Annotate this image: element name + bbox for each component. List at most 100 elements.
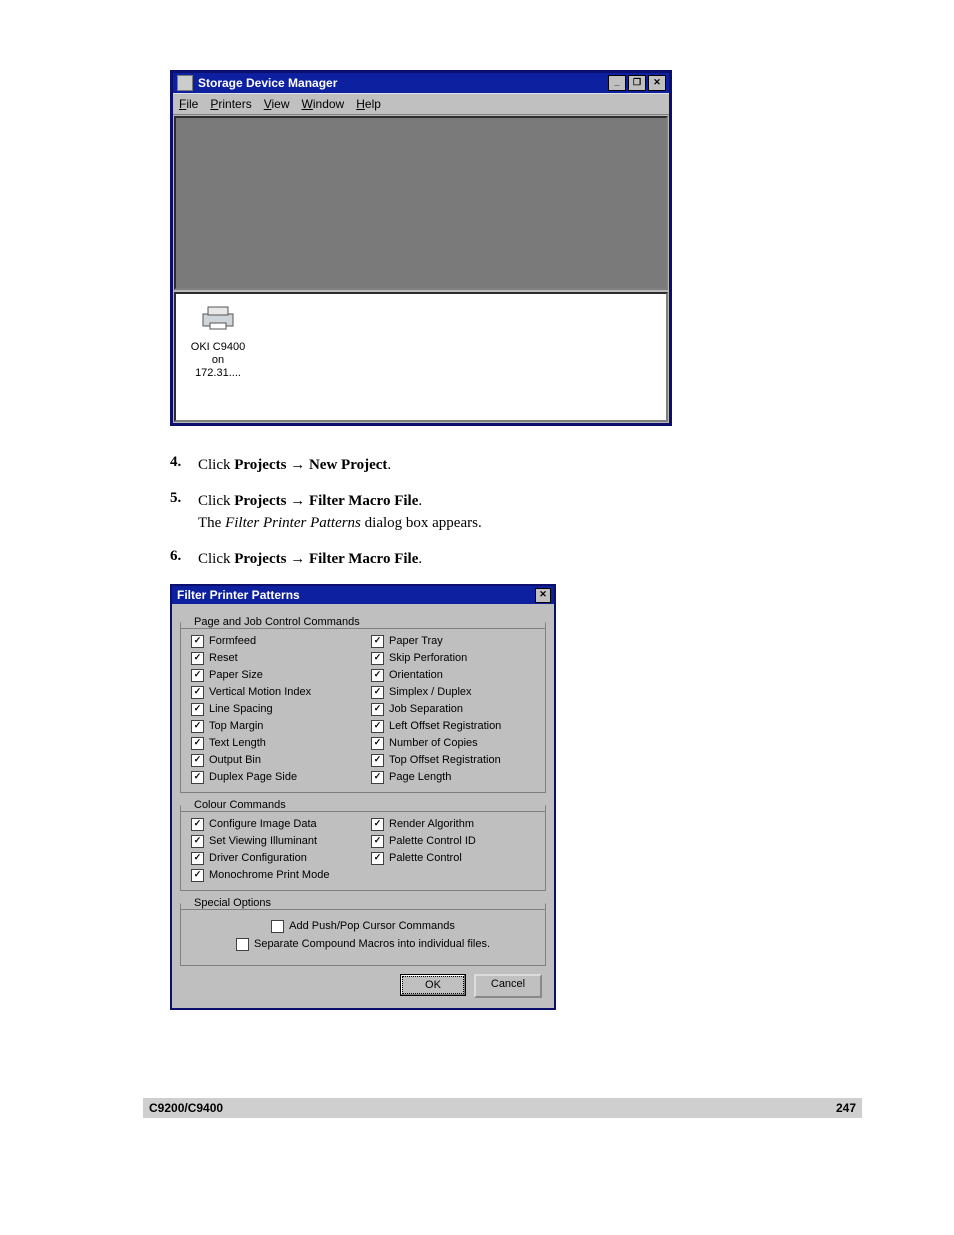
reset-checkbox[interactable]: Reset (191, 651, 355, 665)
checkbox-icon (191, 835, 204, 848)
checkbox-icon (371, 652, 384, 665)
close-button[interactable]: ✕ (648, 75, 666, 91)
step-number: 6. (170, 548, 198, 570)
checkbox-icon (371, 703, 384, 716)
separate-compound-macros-checkbox[interactable]: Separate Compound Macros into individual… (236, 937, 490, 951)
driver-configuration-checkbox[interactable]: Driver Configuration (191, 851, 355, 865)
workspace-pane[interactable] (174, 116, 668, 290)
dialog-body: Page and Job Control Commands Formfeed R… (172, 604, 554, 1008)
menu-file[interactable]: File (179, 97, 198, 111)
step-6: 6. Click Projects → Filter Macro File. (170, 548, 834, 570)
group-label: Special Options (191, 897, 274, 909)
page-length-checkbox[interactable]: Page Length (371, 770, 535, 784)
formfeed-checkbox[interactable]: Formfeed (191, 634, 355, 648)
window-title: Storage Device Manager (198, 76, 608, 90)
checkbox-icon (191, 686, 204, 699)
checkbox-icon (371, 635, 384, 648)
group-label: Colour Commands (191, 799, 289, 811)
minimize-button[interactable]: _ (608, 75, 626, 91)
text-length-checkbox[interactable]: Text Length (191, 736, 355, 750)
printers-pane[interactable]: OKI C9400 on 172.31.... (174, 292, 668, 422)
simplex-duplex-checkbox[interactable]: Simplex / Duplex (371, 685, 535, 699)
menu-bar: File Printers View Window Help (173, 93, 669, 115)
arrow-icon: → (290, 492, 305, 509)
checkbox-icon (371, 852, 384, 865)
number-of-copies-checkbox[interactable]: Number of Copies (371, 736, 535, 750)
arrow-icon: → (290, 456, 305, 473)
checkbox-icon (371, 686, 384, 699)
paper-tray-checkbox[interactable]: Paper Tray (371, 634, 535, 648)
instruction-steps: 4. Click Projects → New Project. 5. Clic… (170, 454, 834, 570)
left-offset-registration-checkbox[interactable]: Left Offset Registration (371, 719, 535, 733)
checkbox-icon (191, 720, 204, 733)
checkbox-icon (191, 737, 204, 750)
menu-view[interactable]: View (264, 97, 290, 111)
printer-name: OKI C9400 (191, 341, 245, 353)
checkbox-icon (191, 703, 204, 716)
checkbox-icon (371, 754, 384, 767)
dialog-titlebar: Filter Printer Patterns ✕ (172, 586, 554, 604)
step-text: Click Projects → Filter Macro File. (198, 548, 834, 570)
step-4: 4. Click Projects → New Project. (170, 454, 834, 476)
checkbox-icon (271, 920, 284, 933)
top-offset-registration-checkbox[interactable]: Top Offset Registration (371, 753, 535, 767)
printer-icon[interactable] (199, 304, 237, 332)
window-buttons: _ ❐ ✕ (608, 75, 666, 91)
add-push-pop-checkbox[interactable]: Add Push/Pop Cursor Commands (271, 919, 455, 933)
checkbox-icon (191, 852, 204, 865)
checkbox-icon (371, 771, 384, 784)
checkbox-column-left: Formfeed Reset Paper Size Vertical Motio… (191, 634, 355, 784)
checkbox-icon (191, 754, 204, 767)
step-number: 5. (170, 490, 198, 534)
set-viewing-illuminant-checkbox[interactable]: Set Viewing Illuminant (191, 834, 355, 848)
checkbox-icon (371, 737, 384, 750)
job-separation-checkbox[interactable]: Job Separation (371, 702, 535, 716)
checkbox-icon (236, 938, 249, 951)
checkbox-icon (191, 818, 204, 831)
app-icon (177, 75, 193, 91)
colour-commands-group: Colour Commands Configure Image Data Set… (180, 799, 546, 891)
page-footer: C9200/C9400 247 (143, 1098, 862, 1118)
checkbox-icon (371, 669, 384, 682)
palette-control-id-checkbox[interactable]: Palette Control ID (371, 834, 535, 848)
orientation-checkbox[interactable]: Orientation (371, 668, 535, 682)
checkbox-icon (191, 869, 204, 882)
menu-help[interactable]: Help (356, 97, 381, 111)
footer-page-number: 247 (836, 1101, 856, 1115)
close-icon[interactable]: ✕ (535, 588, 551, 603)
line-spacing-checkbox[interactable]: Line Spacing (191, 702, 355, 716)
step-5: 5. Click Projects → Filter Macro File. T… (170, 490, 834, 534)
menu-printers[interactable]: Printers (210, 97, 251, 111)
window-titlebar: Storage Device Manager _ ❐ ✕ (173, 73, 669, 93)
vertical-motion-index-checkbox[interactable]: Vertical Motion Index (191, 685, 355, 699)
printer-address: on 172.31.... (195, 354, 241, 379)
dialog-title: Filter Printer Patterns (177, 588, 535, 602)
output-bin-checkbox[interactable]: Output Bin (191, 753, 355, 767)
render-algorithm-checkbox[interactable]: Render Algorithm (371, 817, 535, 831)
configure-image-data-checkbox[interactable]: Configure Image Data (191, 817, 355, 831)
maximize-button[interactable]: ❐ (628, 75, 646, 91)
cancel-button[interactable]: Cancel (474, 974, 542, 998)
arrow-icon: → (290, 550, 305, 567)
top-margin-checkbox[interactable]: Top Margin (191, 719, 355, 733)
colour-col-left: Configure Image Data Set Viewing Illumin… (191, 817, 355, 882)
checkbox-icon (371, 835, 384, 848)
checkbox-icon (191, 669, 204, 682)
checkbox-icon (191, 652, 204, 665)
paper-size-checkbox[interactable]: Paper Size (191, 668, 355, 682)
colour-col-right: Render Algorithm Palette Control ID Pale… (371, 817, 535, 882)
step-text: Click Projects → Filter Macro File. The … (198, 490, 834, 534)
ok-button[interactable]: OK (400, 974, 466, 996)
page-job-control-group: Page and Job Control Commands Formfeed R… (180, 616, 546, 793)
checkbox-column-right: Paper Tray Skip Perforation Orientation … (371, 634, 535, 784)
checkbox-icon (371, 720, 384, 733)
dialog-buttons: OK Cancel (180, 968, 546, 1000)
monochrome-print-mode-checkbox[interactable]: Monochrome Print Mode (191, 868, 355, 882)
group-label: Page and Job Control Commands (191, 616, 363, 628)
step-text: Click Projects → New Project. (198, 454, 834, 476)
skip-perforation-checkbox[interactable]: Skip Perforation (371, 651, 535, 665)
palette-control-checkbox[interactable]: Palette Control (371, 851, 535, 865)
duplex-page-side-checkbox[interactable]: Duplex Page Side (191, 770, 355, 784)
menu-window[interactable]: Window (302, 97, 345, 111)
checkbox-icon (191, 635, 204, 648)
